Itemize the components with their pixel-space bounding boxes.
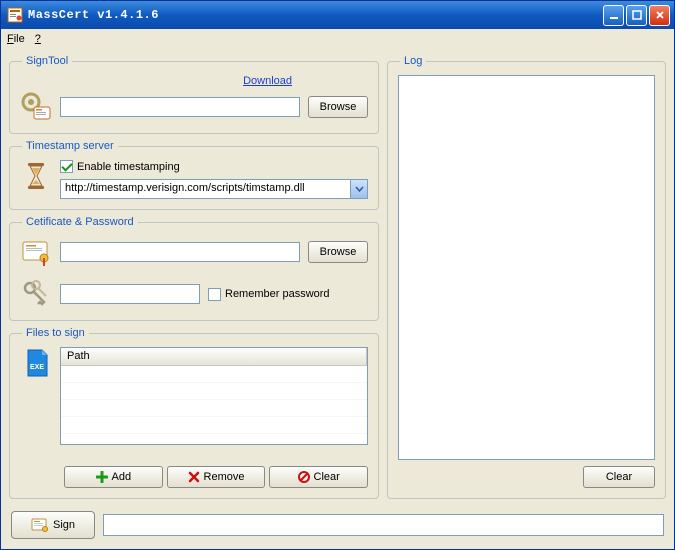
files-column-header[interactable]: Path [61, 348, 367, 366]
remove-button-label: Remove [204, 471, 245, 483]
exe-file-icon: EXE [20, 347, 52, 379]
add-button[interactable]: Add [64, 466, 163, 488]
signtool-path-input[interactable] [60, 97, 300, 117]
files-clear-button[interactable]: Clear [269, 466, 368, 488]
password-input[interactable] [60, 284, 200, 304]
right-column: Log Clear [387, 55, 666, 499]
svg-text:EXE: EXE [30, 364, 44, 371]
menu-file[interactable]: File [7, 33, 25, 45]
close-button[interactable] [649, 5, 670, 26]
files-listview[interactable]: Path [60, 347, 368, 445]
files-clear-label: Clear [314, 471, 340, 483]
timestamp-legend: Timestamp server [22, 140, 118, 152]
checkbox-checked-icon [60, 160, 73, 173]
remember-password-checkbox[interactable]: Remember password [208, 288, 330, 301]
titlebar: MassCert v1.4.1.6 [1, 1, 674, 29]
bottom-bar: Sign [1, 505, 674, 549]
app-icon [7, 7, 23, 23]
files-rows[interactable] [61, 366, 367, 444]
sign-button[interactable]: Sign [11, 511, 95, 539]
app-window: MassCert v1.4.1.6 File ? SignTool [0, 0, 675, 550]
no-entry-icon [298, 471, 310, 483]
menubar: File ? [1, 29, 674, 49]
menu-help[interactable]: ? [35, 33, 41, 45]
keys-icon [20, 278, 52, 310]
timestamp-url-select[interactable]: http://timestamp.verisign.com/scripts/ti… [60, 179, 368, 199]
path-column[interactable]: Path [61, 348, 367, 365]
sign-button-label: Sign [53, 519, 75, 531]
x-icon [188, 471, 200, 483]
remove-button[interactable]: Remove [167, 466, 266, 488]
remember-password-label: Remember password [225, 288, 330, 300]
signtool-browse-button[interactable]: Browse [308, 96, 368, 118]
add-button-label: Add [112, 471, 132, 483]
log-textbox[interactable] [398, 75, 655, 460]
chevron-down-icon[interactable] [350, 180, 367, 198]
signtool-legend: SignTool [22, 55, 72, 67]
cert-path-input[interactable] [60, 242, 300, 262]
cert-browse-button[interactable]: Browse [308, 241, 368, 263]
download-link[interactable]: Download [243, 75, 292, 87]
timestamp-group: Timestamp server [9, 140, 379, 210]
cert-legend: Cetificate & Password [22, 216, 138, 228]
files-legend: Files to sign [22, 327, 89, 339]
checkbox-empty-icon [208, 288, 221, 301]
plus-icon [96, 471, 108, 483]
certificate-icon [20, 236, 52, 268]
certificate-small-icon [31, 517, 49, 533]
signtool-group: SignTool Download [9, 55, 379, 134]
log-legend: Log [400, 55, 426, 67]
timestamp-url-value: http://timestamp.verisign.com/scripts/ti… [61, 180, 350, 198]
left-column: SignTool Download [9, 55, 379, 499]
window-title: MassCert v1.4.1.6 [28, 8, 159, 22]
minimize-button[interactable] [603, 5, 624, 26]
enable-timestamping-label: Enable timestamping [77, 161, 180, 173]
gear-icon [20, 91, 52, 123]
content: SignTool Download [1, 49, 674, 505]
enable-timestamping-checkbox[interactable]: Enable timestamping [60, 160, 368, 173]
hourglass-icon [20, 160, 52, 192]
files-group: Files to sign EXE Path [9, 327, 379, 499]
maximize-button[interactable] [626, 5, 647, 26]
log-group: Log Clear [387, 55, 666, 499]
cert-group: Cetificate & Password Browse [9, 216, 379, 321]
status-field [103, 514, 664, 536]
log-clear-button[interactable]: Clear [583, 466, 655, 488]
